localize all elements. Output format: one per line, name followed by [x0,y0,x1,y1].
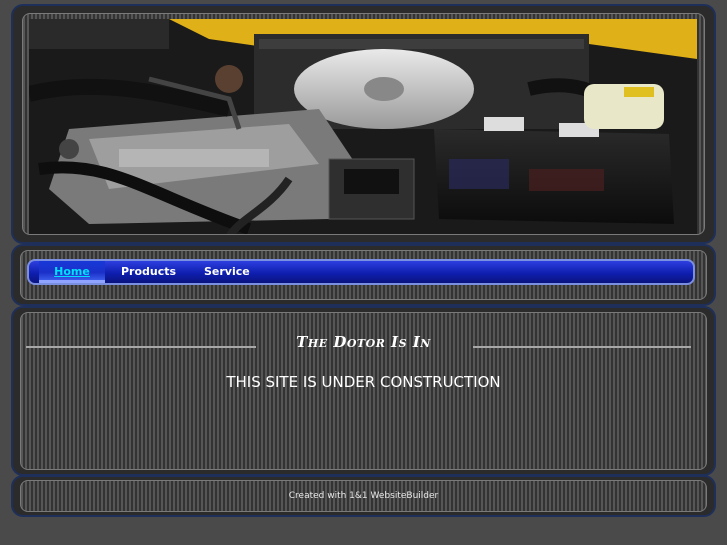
header-panel [11,4,716,244]
content-frame: The Dotor Is In THIS SITE IS UNDER CONST… [20,312,707,470]
construction-message: THIS SITE IS UNDER CONSTRUCTION [226,373,501,391]
footer-credit[interactable]: Created with 1&1 WebsiteBuilder [21,491,706,501]
content-panel: The Dotor Is In THIS SITE IS UNDER CONST… [11,306,716,476]
page-title: The Dotor Is In [296,333,431,351]
header-image-frame [22,13,705,235]
navigation-panel: Home Products Service [11,244,716,306]
footer-frame: Created with 1&1 WebsiteBuilder [20,480,707,512]
nav-link-products[interactable]: Products [121,261,176,283]
footer-panel: Created with 1&1 WebsiteBuilder [11,475,716,517]
engine-bay-photo [29,19,697,234]
nav-link-service[interactable]: Service [204,261,250,283]
nav-link-home[interactable]: Home [39,261,105,283]
navigation-bar: Home Products Service [27,259,695,285]
